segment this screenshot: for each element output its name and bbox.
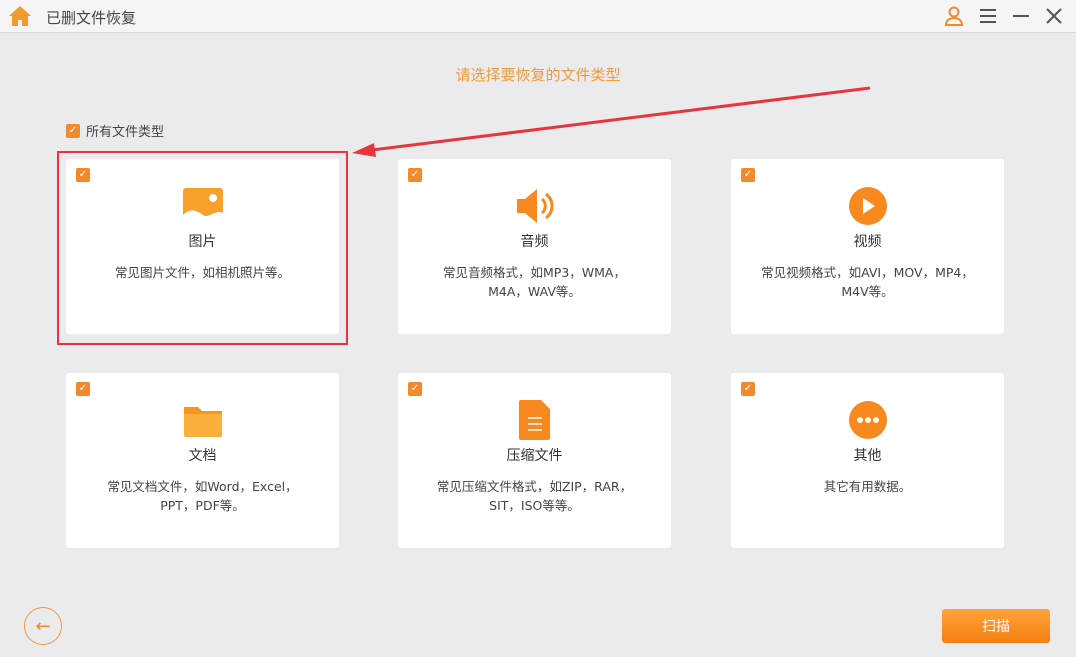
card-description: 常见音频格式，如MP3，WMA，M4A，WAV等。 <box>443 265 626 299</box>
folder-icon <box>183 407 222 437</box>
checkbox-checked-icon[interactable]: ✓ <box>741 382 755 396</box>
title-bar: 已删文件恢复 <box>0 0 1076 33</box>
scan-button[interactable]: 扫描 <box>942 609 1050 643</box>
file-icon <box>518 400 550 440</box>
app-title: 已删文件恢复 <box>46 9 137 27</box>
checkbox-checked-icon[interactable]: ✓ <box>76 382 90 396</box>
card-title: 其他 <box>853 448 882 464</box>
card-documents[interactable]: ✓ 文档 常见文档文件，如Word，Excel，PPT，PDF等。 <box>66 373 339 548</box>
back-button[interactable]: ← <box>24 607 62 645</box>
menu-icon[interactable] <box>977 5 999 27</box>
checkbox-checked-icon[interactable]: ✓ <box>408 382 422 396</box>
checkbox-checked-icon: ✓ <box>66 123 80 138</box>
card-audio[interactable]: ✓ 音频 常见音频格式，如MP3，WMA，M4A，WAV等。 <box>398 159 671 334</box>
card-title: 音频 <box>520 234 549 250</box>
play-icon <box>848 187 887 225</box>
highlight-box <box>57 151 348 345</box>
close-icon[interactable] <box>1043 5 1065 27</box>
prompt-heading: 请选择要恢复的文件类型 <box>455 66 621 84</box>
card-description: 常见视频格式，如AVI，MOV，MP4，M4V等。 <box>761 265 974 299</box>
card-title: 视频 <box>853 234 882 250</box>
all-types-label: 所有文件类型 <box>86 125 165 140</box>
card-description: 常见压缩文件格式，如ZIP，RAR，SIT，ISO等等。 <box>436 479 633 513</box>
card-video[interactable]: ✓ 视频 常见视频格式，如AVI，MOV，MP4，M4V等。 <box>731 159 1004 334</box>
minimize-icon[interactable] <box>1010 5 1032 27</box>
card-description: 其它有用数据。 <box>823 479 912 494</box>
more-icon <box>848 401 887 439</box>
arrow-left-icon: ← <box>35 615 51 637</box>
all-types-checkbox[interactable]: ✓ 所有文件类型 <box>66 121 164 140</box>
card-other[interactable]: ✓ 其他 其它有用数据。 <box>731 373 1004 548</box>
home-icon[interactable] <box>8 5 32 27</box>
checkbox-checked-icon[interactable]: ✓ <box>408 168 422 182</box>
user-icon[interactable] <box>943 5 965 27</box>
card-title: 文档 <box>188 448 217 464</box>
card-description: 常见文档文件，如Word，Excel，PPT，PDF等。 <box>107 479 298 513</box>
speaker-icon <box>516 189 553 223</box>
card-title: 压缩文件 <box>506 448 563 464</box>
card-archives[interactable]: ✓ 压缩文件 常见压缩文件格式，如ZIP，RAR，SIT，ISO等等。 <box>398 373 671 548</box>
checkbox-checked-icon[interactable]: ✓ <box>741 168 755 182</box>
